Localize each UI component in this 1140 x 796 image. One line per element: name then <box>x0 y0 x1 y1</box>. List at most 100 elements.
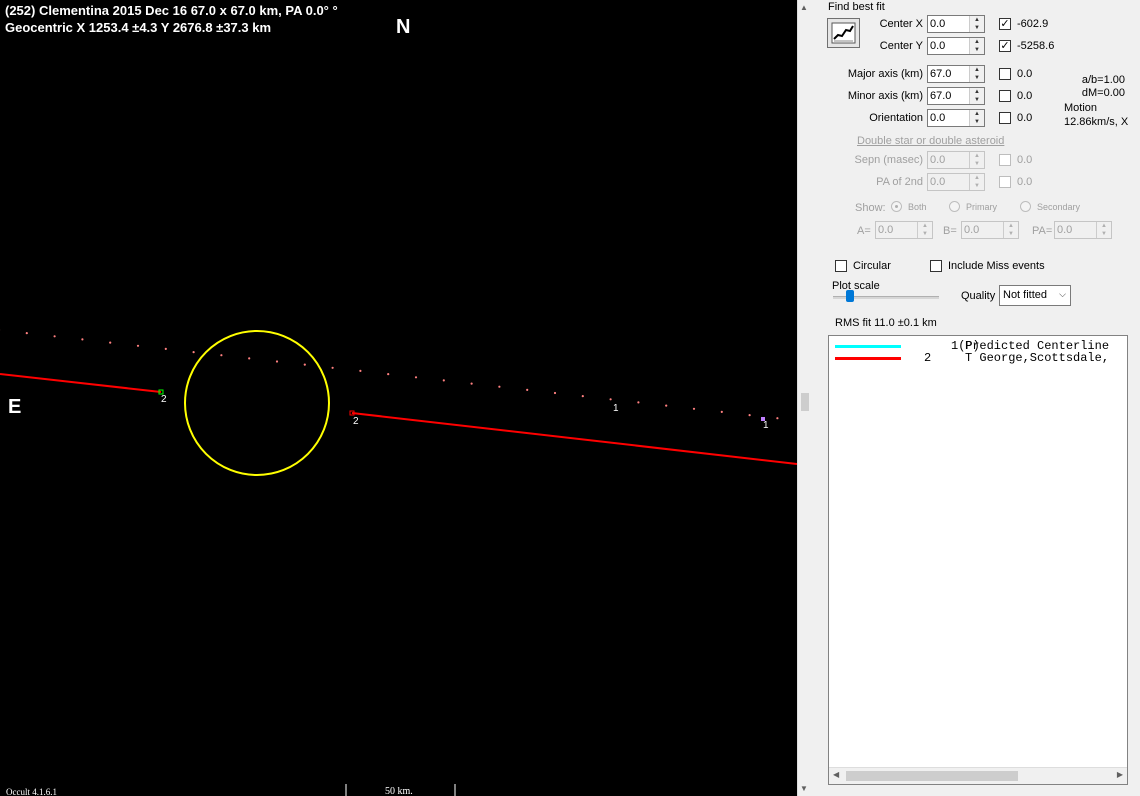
pa-label: PA= <box>1032 225 1053 237</box>
occultation-plot[interactable]: (252) Clementina 2015 Dec 16 67.0 x 67.0… <box>0 0 797 796</box>
plot-geocentric: Geocentric X 1253.4 ±4.3 Y 2676.8 ±37.3 … <box>5 20 272 35</box>
pa-2nd-label: PA of 2nd <box>876 176 923 188</box>
minor-axis-checkbox[interactable] <box>999 90 1011 102</box>
orientation-checkbox[interactable] <box>999 112 1011 124</box>
asteroid-outline <box>184 330 330 476</box>
vertical-scrollbar[interactable]: ▲ ▼ <box>797 0 812 796</box>
center-x-checkbox[interactable]: ✓ <box>999 18 1011 30</box>
legend-row[interactable]: 2 T George,Scottsdale, <box>829 351 1127 365</box>
chord-label: 1 <box>763 420 769 431</box>
center-y-fit: -5258.6 <box>1017 40 1055 52</box>
legend-line-cyan <box>835 345 901 348</box>
predicted-track-dot <box>220 354 223 357</box>
observer-legend[interactable]: 1(P) Predicted Centerline 2 T George,Sco… <box>828 335 1128 785</box>
predicted-track-dot <box>414 376 418 379</box>
major-axis-input[interactable]: 67.0 ▲ ▼ <box>927 65 985 83</box>
show-secondary-label: Secondary <box>1037 202 1081 212</box>
chevron-down-icon: ⌵ <box>1059 289 1066 299</box>
spin-up-icon: ▲ <box>974 175 980 181</box>
scroll-up-icon[interactable]: ▲ <box>800 3 808 12</box>
rms-fit-label: RMS fit 11.0 ±0.1 km <box>835 317 937 329</box>
orientation-label: Orientation <box>869 112 923 124</box>
center-x-input[interactable]: 0.0 ▲ ▼ <box>927 15 985 33</box>
orientation-input[interactable]: 0.0 ▲ ▼ <box>927 109 985 127</box>
legend-row[interactable]: 1(P) Predicted Centerline <box>829 339 1127 353</box>
pa-input[interactable]: 0.0 ▲ ▼ <box>1054 221 1112 239</box>
center-x-fit: -602.9 <box>1017 18 1049 30</box>
center-y-input[interactable]: 0.0 ▲ ▼ <box>927 37 985 55</box>
spin-down-icon: ▼ <box>974 183 980 189</box>
spin-up-icon: ▲ <box>974 67 980 73</box>
motion-label: Motion <box>1064 102 1098 114</box>
spin-up-icon: ▲ <box>974 39 980 45</box>
predicted-track-dot <box>498 385 501 388</box>
predicted-track-dot <box>526 388 529 391</box>
minor-axis-input[interactable]: 67.0 ▲ ▼ <box>927 87 985 105</box>
quality-select[interactable]: Not fitted ⌵ <box>999 285 1071 306</box>
include-miss-label: Include Miss events <box>948 260 1045 272</box>
a-label: A= <box>857 225 871 237</box>
pa-2nd-fit: 0.0 <box>1017 176 1033 188</box>
legend-scroll-thumb[interactable] <box>846 771 1018 781</box>
pa-2nd-input[interactable]: 0.0 ▲ ▼ <box>927 173 985 191</box>
scrollbar-thumb[interactable] <box>801 393 809 411</box>
plot-title: (252) Clementina 2015 Dec 16 67.0 x 67.0… <box>5 3 338 18</box>
b-input[interactable]: 0.0 ▲ ▼ <box>961 221 1019 239</box>
show-primary-radio[interactable] <box>949 201 960 212</box>
scroll-right-icon[interactable]: ▶ <box>1117 770 1123 779</box>
a-input[interactable]: 0.0 ▲ ▼ <box>875 221 933 239</box>
spin-down-icon: ▼ <box>974 47 980 53</box>
delta-mag: dM=0.00 <box>1081 87 1125 99</box>
predicted-track-dot <box>248 357 251 360</box>
pa-2nd-checkbox[interactable] <box>999 176 1011 188</box>
spin-down-icon: ▼ <box>974 25 980 31</box>
predicted-track-dot <box>748 414 751 417</box>
include-miss-checkbox[interactable] <box>930 260 942 272</box>
minor-axis-fit: 0.0 <box>1017 90 1033 102</box>
scroll-down-icon[interactable]: ▼ <box>800 784 808 793</box>
spin-down-icon: ▼ <box>1101 231 1107 237</box>
legend-num: 2 <box>924 351 932 365</box>
legend-horizontal-scrollbar[interactable]: ◀ ▶ <box>829 767 1127 784</box>
sepn-checkbox[interactable] <box>999 154 1011 166</box>
north-label: N <box>396 16 411 38</box>
circular-label: Circular <box>853 260 891 272</box>
plot-scale-label: Plot scale <box>832 280 880 292</box>
show-both-radio[interactable] <box>891 201 902 212</box>
spin-up-icon: ▲ <box>1101 223 1107 229</box>
spin-up-icon: ▲ <box>922 223 928 229</box>
predicted-track-dot <box>359 369 362 372</box>
predicted-track-dot <box>470 382 473 385</box>
scroll-left-icon[interactable]: ◀ <box>833 770 839 779</box>
show-label: Show: <box>855 202 886 214</box>
predicted-track-dot <box>387 373 390 376</box>
show-secondary-radio[interactable] <box>1020 201 1031 212</box>
plot-scale-slider[interactable] <box>846 290 854 302</box>
predicted-track-dot <box>692 407 696 410</box>
double-star-label: Double star or double asteroid <box>857 135 1005 147</box>
quality-label: Quality <box>961 290 996 302</box>
plot-canvas <box>0 329 797 796</box>
chord-2-segment-east <box>351 412 797 465</box>
version-label: Occult 4.1.6.1 <box>6 787 57 796</box>
predicted-track-dot <box>81 338 84 341</box>
predicted-track-dot <box>637 401 640 404</box>
legend-line-red <box>835 357 901 360</box>
spin-up-icon: ▲ <box>974 17 980 23</box>
predicted-track-dot <box>553 391 557 395</box>
east-label: E <box>8 396 22 418</box>
major-axis-checkbox[interactable] <box>999 68 1011 80</box>
spin-up-icon: ▲ <box>974 111 980 117</box>
circular-checkbox[interactable] <box>835 260 847 272</box>
center-y-checkbox[interactable]: ✓ <box>999 40 1011 52</box>
chord-2-segment-west <box>0 373 162 393</box>
predicted-track-dot <box>581 395 584 398</box>
predicted-track-dot <box>109 341 112 344</box>
predicted-track-dot <box>609 398 612 401</box>
predicted-track-dot <box>776 417 779 420</box>
sepn-input[interactable]: 0.0 ▲ ▼ <box>927 151 985 169</box>
predicted-track-dot <box>720 410 723 413</box>
predicted-track-dot <box>136 344 140 347</box>
sepn-label: Sepn (masec) <box>854 154 923 166</box>
spin-down-icon: ▼ <box>974 161 980 167</box>
